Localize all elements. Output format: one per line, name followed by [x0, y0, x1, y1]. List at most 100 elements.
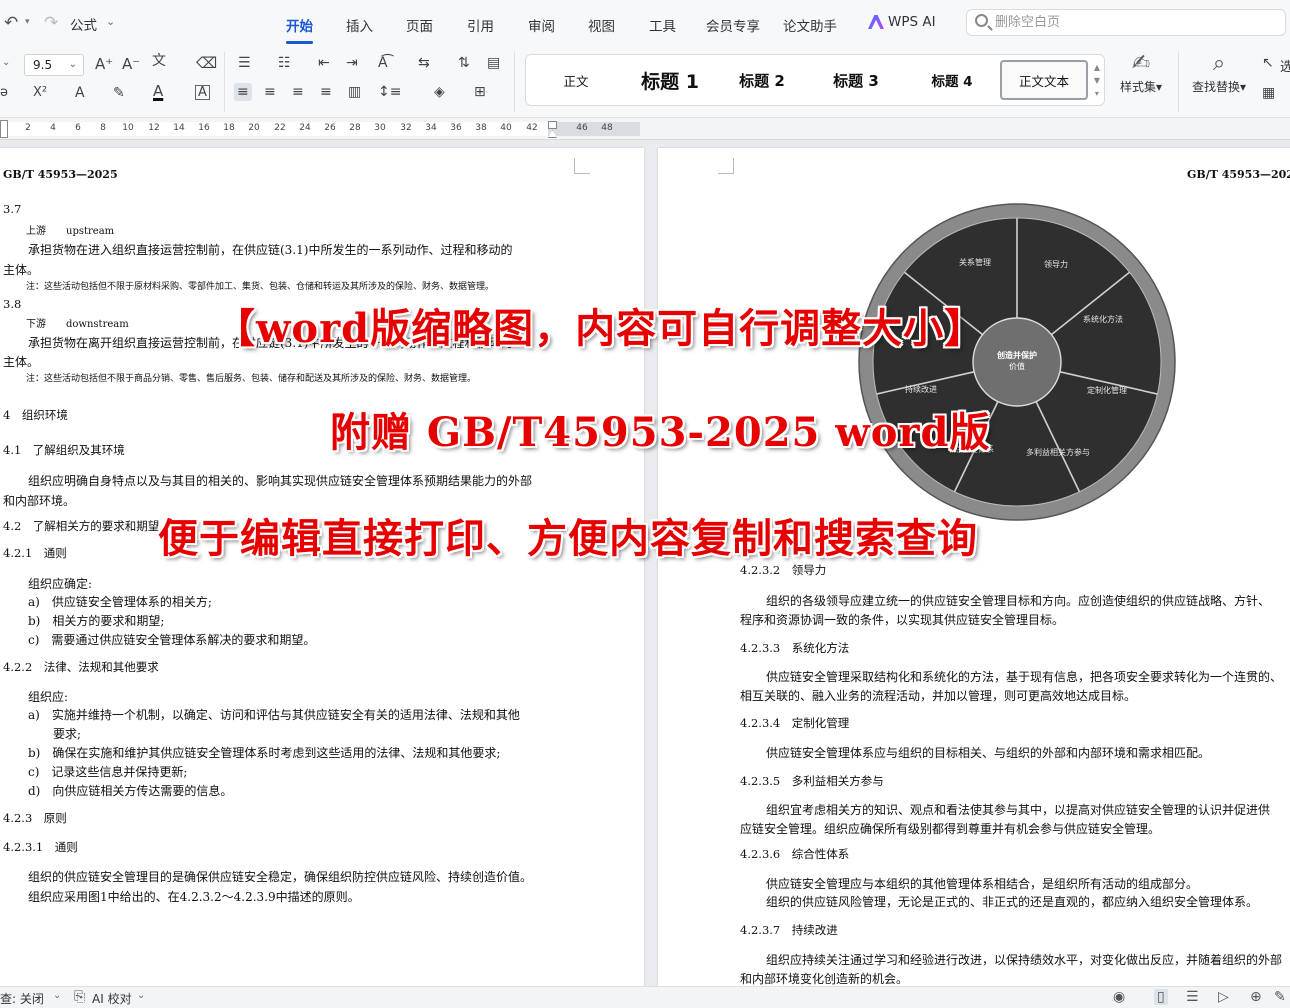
find-replace-button[interactable]: ⌕ 查找替换▾ — [1188, 50, 1250, 95]
body-text: 和内部环境变化创造新的机会。 — [740, 972, 909, 986]
sort-icon[interactable]: ⇅ — [458, 56, 470, 70]
font-shrink-icon[interactable]: A⁻ — [122, 57, 140, 72]
section-heading: 4.1 了解组织及其环境 — [3, 443, 125, 457]
strikethrough-icon[interactable]: ǝ — [0, 86, 8, 99]
style-heading-4[interactable]: 标题 4 — [912, 55, 992, 105]
style-normal[interactable]: 正文 — [536, 55, 616, 105]
text-direction-icon[interactable]: A͡ — [378, 56, 388, 70]
gallery-scroll-icon[interactable]: ▲ ▼ ▾ — [1094, 61, 1100, 100]
eye-protection-icon[interactable]: ◉ — [1113, 989, 1125, 1005]
diagram-center-label: 价值 — [1009, 361, 1025, 371]
formula-menu[interactable]: 公式 — [70, 14, 97, 34]
section-heading: 4 组织环境 — [3, 408, 68, 422]
font-size-select[interactable]: 9.5 ⌄ — [24, 54, 84, 76]
ruler-number: 6 — [75, 123, 81, 133]
note-text: 注：这些活动包括但不限于商品分销、零售、售后服务、包装、储存和配送及其所涉及的保… — [26, 374, 477, 384]
justify-icon[interactable]: ≡ — [320, 85, 332, 99]
chevron-down-icon: ⌄ — [68, 59, 77, 70]
outline-view-icon[interactable]: ☰ — [1186, 989, 1199, 1005]
ribbon-toolbar: ⌄ 9.5 ⌄ A⁺ A⁻ 文 ⌫ ǝ X² A ✎ A A ☰ ☷ ⇤ ⇥ A… — [0, 46, 1290, 118]
increase-indent-icon[interactable]: ⇥ — [346, 56, 358, 70]
tab-member[interactable]: 会员专享 — [706, 15, 760, 35]
tab-references[interactable]: 引用 — [467, 15, 494, 35]
style-body-text[interactable]: 正文文本 — [1000, 60, 1088, 100]
ruler-number: 30 — [374, 123, 386, 133]
wps-ai-button[interactable]: WPS AI — [868, 14, 936, 30]
tab-insert[interactable]: 插入 — [346, 15, 373, 35]
tab-paper-assistant[interactable]: 论文助手 — [783, 15, 837, 35]
shading-icon[interactable]: ◈ — [434, 85, 445, 99]
left-indent-marker[interactable] — [0, 120, 8, 138]
superscript-icon[interactable]: X² — [33, 86, 47, 99]
font-name-dropdown-icon[interactable]: ⌄ — [2, 58, 10, 68]
char-border-icon[interactable]: A — [195, 85, 210, 100]
font-grow-icon[interactable]: A⁺ — [95, 57, 113, 72]
web-view-icon[interactable]: ⊕ — [1250, 989, 1262, 1005]
ruler-number: 12 — [148, 123, 160, 133]
list-item: c) 记录这些信息并保持更新; — [28, 765, 188, 779]
font-color-icon[interactable]: A — [153, 84, 163, 99]
align-right-icon[interactable]: ≡ — [292, 85, 304, 99]
style-heading-1[interactable]: 标题 1 — [626, 55, 714, 105]
crop-mark — [718, 158, 734, 174]
tab-review[interactable]: 审阅 — [528, 15, 555, 35]
page-header: GB/T 45953—2025 — [3, 168, 118, 181]
chevron-down-icon[interactable]: ⌄ — [137, 990, 145, 1001]
numbered-list-icon[interactable]: ☷ — [278, 56, 291, 70]
search-icon — [975, 14, 988, 27]
diagram-segment-label: 持续改进 — [905, 384, 937, 394]
text-effect-icon[interactable]: A — [75, 86, 85, 100]
edit-view-icon[interactable]: ✎ — [1274, 989, 1286, 1005]
select-cursor-icon[interactable]: ↖ — [1262, 56, 1274, 70]
tab-home[interactable]: 开始 — [286, 15, 313, 44]
term-entry: 下游 downstream — [26, 319, 129, 330]
diagram-segment-label: 定制化管理 — [1087, 385, 1127, 395]
borders-icon[interactable]: ⊞ — [474, 85, 486, 99]
undo-dropdown-icon[interactable]: ▾ — [25, 17, 30, 27]
ruler-number: 42 — [526, 123, 538, 133]
list-item: a) 供应链安全管理体系的相关方; — [28, 595, 212, 609]
search-input[interactable]: 删除空白页 — [966, 9, 1286, 36]
show-marks-icon[interactable]: ▤ — [487, 56, 500, 70]
grid-select-icon[interactable]: ▦ — [1262, 86, 1275, 100]
undo-icon[interactable]: ↶ — [4, 13, 18, 33]
style-heading-2[interactable]: 标题 2 — [722, 55, 802, 105]
section-heading: 4.2.3.6 综合性体系 — [740, 847, 850, 861]
decrease-indent-icon[interactable]: ⇤ — [318, 56, 330, 70]
highlight-icon[interactable]: ✎ — [113, 86, 125, 100]
diagram-segment-label: 系统化方法 — [1083, 314, 1123, 324]
tab-view[interactable]: 视图 — [588, 15, 615, 35]
tab-tools[interactable]: 工具 — [649, 15, 676, 35]
document-page-right[interactable]: GB/T 45953—2025 创造并保护 价值 关系管理 领导力 系统化方法 … — [658, 148, 1290, 986]
page-view-icon[interactable]: ▯ — [1154, 989, 1168, 1005]
play-icon[interactable]: ▷ — [1218, 989, 1229, 1005]
select-label[interactable]: 选 — [1280, 56, 1290, 75]
bullet-list-icon[interactable]: ☰ — [238, 56, 251, 70]
document-page-left[interactable]: GB/T 45953—2025 3.7 上游 upstream 承担货物在进入组… — [0, 148, 644, 986]
distribute-icon[interactable]: ▥ — [348, 85, 361, 99]
section-heading: 4.2.3.7 持续改进 — [740, 923, 838, 937]
ruler-number: 8 — [100, 123, 106, 133]
align-center-icon[interactable]: ≡ — [264, 85, 276, 99]
line-break-icon[interactable]: ⇆ — [418, 56, 430, 70]
chevron-down-icon[interactable]: ⌄ — [53, 990, 61, 1001]
spell-check-status[interactable]: 查: 关闭 — [0, 990, 44, 1007]
horizontal-ruler: 2 4 6 8 10 12 14 16 18 20 22 24 26 28 30… — [0, 118, 1290, 140]
style-set-button[interactable]: ✍ 样式集▾ — [1112, 50, 1170, 95]
diagram-segment-label: 领导力 — [1044, 259, 1068, 269]
align-left-icon[interactable]: ≡ — [234, 83, 252, 101]
clause-number: 3.8 — [3, 297, 22, 311]
redo-icon[interactable]: ↷ — [44, 13, 58, 33]
tab-page[interactable]: 页面 — [406, 15, 433, 35]
ruler-number: 28 — [349, 123, 361, 133]
line-spacing-icon[interactable]: ↕≡ — [378, 85, 401, 99]
diagram-segment-label: 多利益相关方参与 — [1026, 447, 1090, 457]
ai-proofread-button[interactable]: AI 校对 — [92, 990, 132, 1007]
phonetic-guide-icon[interactable]: 文 — [152, 54, 166, 68]
clear-format-icon[interactable]: ⌫ — [196, 56, 217, 71]
chevron-down-icon[interactable]: ⌄ — [106, 15, 115, 28]
right-indent-marker[interactable] — [548, 121, 557, 129]
style-heading-3[interactable]: 标题 3 — [816, 55, 896, 105]
diagram-segment-label: 关系管理 — [959, 257, 991, 267]
body-text: 组织应采用图1中给出的、在4.2.3.2～4.2.3.9中描述的原则。 — [28, 890, 360, 904]
